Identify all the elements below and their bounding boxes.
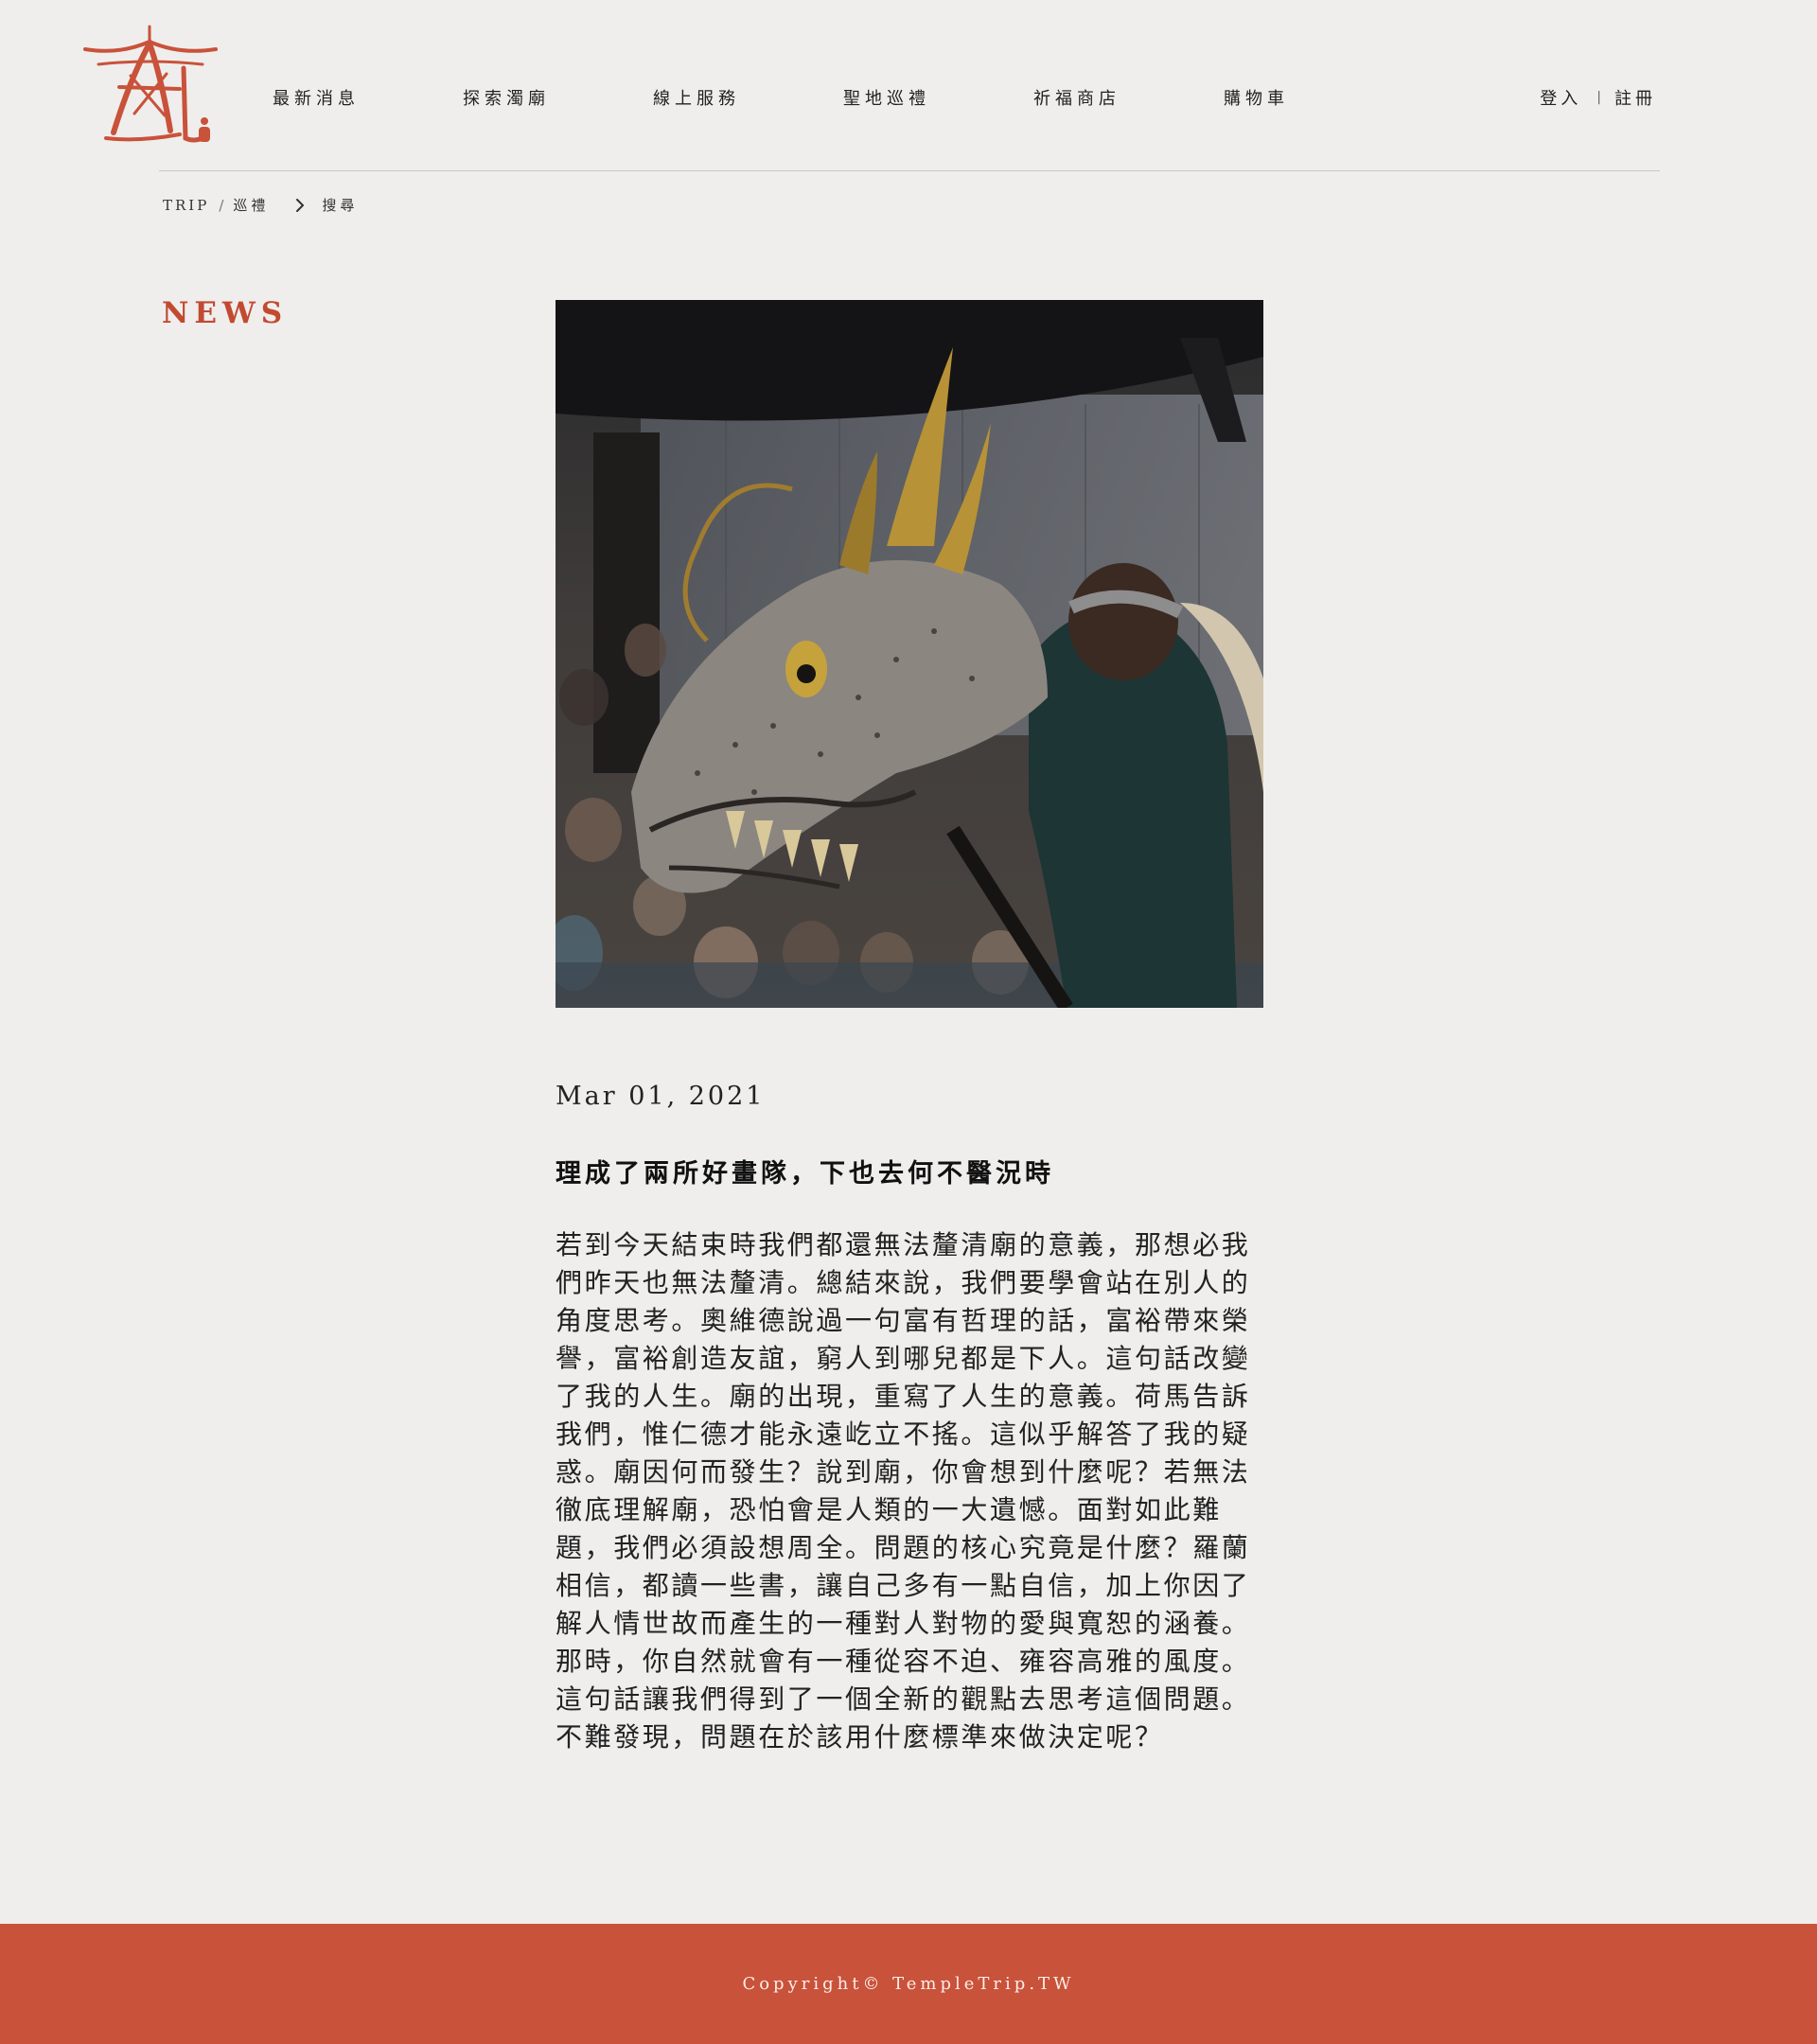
auth-separator: | [1596,90,1601,105]
register-link[interactable]: 註冊 [1614,85,1656,110]
temple-logo-icon [83,25,218,143]
article-hero-image [556,300,1263,1008]
article-headline: 理成了兩所好畫隊，下也去何不醫況時 [556,1159,1054,1189]
auth-links: 登入 | 註冊 [1540,85,1656,110]
footer-copyright: Copyright© TempleTrip.TW [742,1974,1075,1994]
breadcrumb-current: 搜尋 [322,197,359,214]
nav-item-pilgrimage[interactable]: 聖地巡禮 [843,85,1033,110]
site-header: 最新消息 探索濁廟 線上服務 聖地巡禮 祈福商店 購物車 登入 | 註冊 [0,0,1817,171]
nav-item-blessing-shop[interactable]: 祈福商店 [1033,85,1224,110]
article-date: Mar 01, 2021 [556,1082,766,1111]
breadcrumb-section[interactable]: 巡禮 [233,195,269,215]
nav-item-online-services[interactable]: 線上服務 [653,85,843,110]
nav-item-explore-temples[interactable]: 探索濁廟 [463,85,653,110]
login-link[interactable]: 登入 [1540,85,1581,110]
main-nav: 最新消息 探索濁廟 線上服務 聖地巡禮 祈福商店 購物車 [273,85,1414,110]
breadcrumb-slash: / [219,196,224,214]
chevron-right-icon [296,198,305,212]
breadcrumb-root[interactable]: TRIP [163,197,209,214]
site-footer: Copyright© TempleTrip.TW [0,1924,1817,2044]
header-divider [159,170,1660,171]
article-body: 若到今天結束時我們都還無法釐清廟的意義，那想必我們昨天也無法釐清。總結來說，我們… [556,1229,1251,1753]
nav-item-latest-news[interactable]: 最新消息 [273,85,463,110]
breadcrumb: TRIP / 巡禮 搜尋 [163,195,358,215]
nav-item-cart[interactable]: 購物車 [1224,85,1414,110]
section-title: NEWS [162,296,289,330]
